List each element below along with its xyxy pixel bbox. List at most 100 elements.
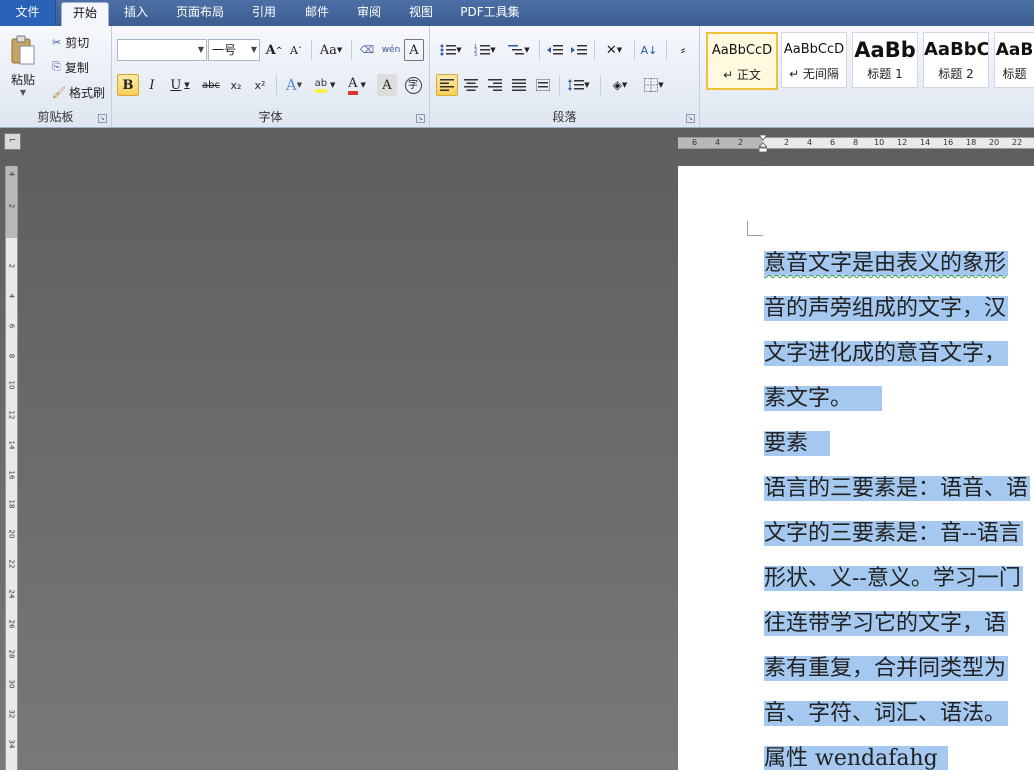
cut-label: 剪切	[65, 35, 90, 50]
font-size-combo[interactable]: 一号 ▼	[208, 39, 260, 61]
character-shading-button[interactable]: A	[377, 74, 397, 96]
ruler-number: 32	[7, 709, 16, 719]
text-line: 意音文字是由表义的象形	[764, 251, 1007, 276]
bold-button[interactable]: B	[117, 74, 139, 96]
copy-icon: ⎘	[52, 60, 61, 73]
copy-label: 复制	[64, 60, 89, 75]
scissors-icon: ✂	[52, 35, 62, 49]
tab-references[interactable]: 引用	[240, 0, 288, 26]
style-title-label: 标题	[1002, 67, 1027, 81]
tab-selector-icon[interactable]: ⌐	[4, 133, 21, 150]
chinese-layout-button[interactable]: ✕ ▼	[598, 39, 630, 61]
style-heading-1-label: 标题 1	[867, 67, 903, 81]
document-body[interactable]: 意音文字是由表义的象形 音的声旁组成的文字，汉 文字进化成的意音文字， 素文字。…	[764, 241, 1034, 770]
align-right-button[interactable]	[484, 74, 506, 96]
copy-button[interactable]: ⎘ 复制	[48, 57, 93, 77]
enclose-characters-button[interactable]: 字	[402, 74, 424, 96]
horizontal-ruler[interactable]: 6 4 2 2 4 6 8 10 12 14 16 18 20 22	[678, 135, 1034, 153]
paragraph-dialog-launcher-icon[interactable]: ↘	[686, 114, 695, 123]
paragraph-line: 素文字。	[764, 376, 1034, 421]
tab-view[interactable]: 视图	[397, 0, 445, 26]
align-center-button[interactable]	[460, 74, 482, 96]
ruler-number: 4	[715, 138, 721, 147]
tab-pdf-tools[interactable]: PDF工具集	[452, 0, 528, 26]
style-normal[interactable]: AaBbCcD ↵ 正文	[706, 32, 778, 90]
paste-button[interactable]: 粘贴 ▼	[4, 30, 42, 102]
tab-home[interactable]: 开始	[61, 2, 109, 27]
cut-button[interactable]: ✂ 剪切	[48, 32, 93, 52]
paintbrush-icon: 🖌	[52, 85, 66, 99]
paragraph-line: 属性 wendafahg	[764, 736, 1034, 770]
highlight-button[interactable]: ab ▼	[310, 74, 340, 96]
sort-button[interactable]: A↓	[638, 39, 660, 61]
phonetic-guide-button[interactable]: wén	[380, 39, 402, 61]
ruler-number: 6	[830, 138, 836, 147]
text-effects-icon: A	[285, 76, 297, 94]
ruler-number: 26	[7, 619, 16, 629]
tab-file[interactable]: 文件	[0, 0, 56, 26]
decrease-indent-button[interactable]	[544, 39, 566, 61]
tab-mailings[interactable]: 邮件	[293, 0, 341, 26]
show-hide-marks-button[interactable]: ⸗	[672, 39, 694, 61]
phonetic-guide-icon: wén	[381, 45, 401, 55]
document-page[interactable]: 意音文字是由表义的象形 音的声旁组成的文字，汉 文字进化成的意音文字， 素文字。…	[678, 166, 1034, 770]
superscript-button[interactable]: x²	[249, 74, 271, 96]
indent-marker-icon[interactable]	[759, 135, 767, 153]
character-border-icon: A	[409, 42, 419, 58]
strikethrough-button[interactable]: abc	[199, 74, 223, 96]
ruler-number: 20	[7, 529, 16, 539]
paragraph-mark-icon: ⸗	[680, 43, 686, 58]
superscript-icon: x²	[254, 78, 266, 92]
font-color-button[interactable]: A ▼	[342, 74, 372, 96]
style-normal-sample: AaBbCcD	[711, 43, 773, 58]
text-effects-button[interactable]: A ▼	[280, 74, 308, 96]
style-heading-2[interactable]: AaBbC 标题 2	[923, 32, 989, 88]
ruler-number: 8	[7, 353, 16, 359]
enclose-characters-icon: 字	[404, 76, 422, 94]
vertical-ruler[interactable]: 4 2 2 4 6 8 10 12 14 16 18 20 22 24 26 2…	[5, 166, 18, 770]
style-no-spacing-label: ↵ 无间隔	[789, 67, 839, 81]
shrink-font-button[interactable]: Aˇ	[286, 39, 306, 61]
paragraph-line: 文字进化成的意音文字，	[764, 331, 1034, 376]
tab-page-layout[interactable]: 页面布局	[167, 0, 233, 26]
italic-button[interactable]: I	[141, 74, 163, 96]
ruler-number: 2	[784, 138, 790, 147]
font-dialog-launcher-icon[interactable]: ↘	[416, 114, 425, 123]
font-family-combo[interactable]: ▼	[117, 39, 207, 61]
bullets-icon	[440, 44, 457, 56]
multilevel-list-button[interactable]: ▼	[504, 39, 534, 61]
shading-button[interactable]: ◈ ▼	[605, 74, 635, 96]
justify-button[interactable]	[508, 74, 530, 96]
paragraph-line: 语言的三要素是：语音、语	[764, 466, 1034, 511]
clear-formatting-icon: ⌫	[359, 44, 375, 56]
clear-formatting-button[interactable]: ⌫	[356, 39, 378, 61]
grow-font-button[interactable]: A ^	[264, 39, 284, 61]
borders-button[interactable]: ▼	[639, 74, 669, 96]
style-normal-label: ↵ 正文	[723, 68, 761, 82]
subscript-button[interactable]: x₂	[225, 74, 247, 96]
tab-insert[interactable]: 插入	[113, 0, 159, 26]
ruler-number: 10	[874, 138, 885, 147]
clipboard-dialog-launcher-icon[interactable]: ↘	[98, 114, 107, 123]
multilevel-list-icon	[508, 45, 525, 55]
increase-indent-button[interactable]	[568, 39, 590, 61]
line-spacing-button[interactable]: ▼	[564, 74, 594, 96]
format-painter-button[interactable]: 🖌 格式刷	[48, 82, 109, 102]
tab-review[interactable]: 审阅	[345, 0, 393, 26]
style-no-spacing[interactable]: AaBbCcD ↵ 无间隔	[781, 32, 847, 88]
paste-dropdown-arrow-icon[interactable]: ▼	[20, 88, 26, 97]
change-case-button[interactable]: Aa ▼	[316, 39, 346, 61]
ruler-number: 12	[897, 138, 908, 147]
bold-icon: B	[122, 77, 134, 93]
underline-button[interactable]: U ▼	[165, 74, 195, 96]
character-border-button[interactable]: A	[404, 39, 424, 61]
style-title-sample: AaB	[995, 40, 1034, 60]
style-title[interactable]: AaB 标题	[994, 32, 1034, 88]
align-left-button[interactable]	[436, 74, 458, 96]
chevron-down-icon: ▼	[250, 45, 257, 54]
bullets-button[interactable]: ▼	[436, 39, 466, 61]
distributed-button[interactable]	[532, 74, 554, 96]
text-line: 属性 wendafahg	[764, 746, 948, 770]
numbering-button[interactable]: 123 ▼	[470, 39, 500, 61]
style-heading-1[interactable]: AaBb 标题 1	[852, 32, 918, 88]
